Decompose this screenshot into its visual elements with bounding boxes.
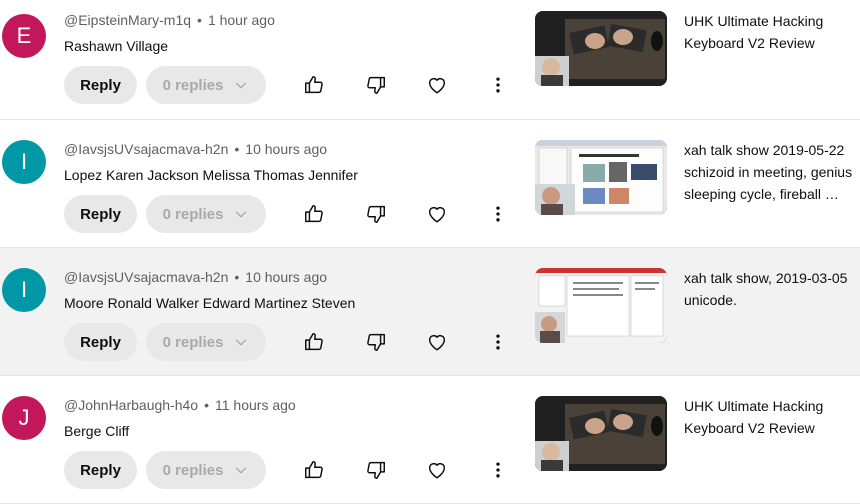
comment-meta: @IavsjsUVsajacmava-h2n • 10 hours ago — [64, 141, 327, 157]
thumb-down-icon[interactable] — [361, 199, 391, 229]
heart-icon[interactable] — [422, 455, 452, 485]
meta-separator: • — [234, 141, 240, 157]
more-vert-icon[interactable] — [483, 70, 513, 100]
comment-text: Rashawn Village — [64, 38, 169, 54]
replies-button[interactable]: 0 replies — [146, 195, 266, 233]
comment-text: Moore Ronald Walker Edward Martinez Stev… — [64, 295, 356, 311]
replies-label: 0 replies — [162, 461, 224, 479]
video-thumbnail[interactable] — [535, 268, 667, 343]
thumb-up-icon[interactable] — [299, 199, 329, 229]
replies-label: 0 replies — [162, 333, 224, 351]
thumb-down-icon[interactable] — [361, 70, 391, 100]
more-vert-icon[interactable] — [483, 455, 513, 485]
comment-row: E @EipsteinMary-m1q • 1 hour ago Rashawn Vil… — [0, 0, 860, 120]
more-vert-icon[interactable] — [483, 327, 513, 357]
avatar[interactable]: I — [2, 268, 46, 312]
thumb-up-icon[interactable] — [299, 455, 329, 485]
comment-time: 1 hour ago — [207, 12, 275, 28]
author-handle[interactable]: @EipsteinMary-m1q — [64, 12, 191, 28]
reply-button[interactable]: Reply — [64, 66, 137, 104]
chevron-down-icon — [233, 462, 249, 478]
meta-separator: • — [204, 397, 209, 413]
video-title[interactable]: xah talk show, 2019-03-05 unicode. — [684, 267, 859, 311]
comment-meta: @EipsteinMary-m1q • 1 hour ago — [64, 12, 275, 28]
video-title[interactable]: xah talk show 2019-05-22 schizoid in mee… — [684, 139, 859, 205]
video-title[interactable]: UHK Ultimate Hacking Keyboard V2 Review — [684, 395, 859, 439]
comment-meta: @JohnHarbaugh-h4o • 11 hours ago — [64, 397, 296, 413]
reply-button[interactable]: Reply — [64, 323, 137, 361]
thumb-up-icon[interactable] — [299, 70, 329, 100]
comment-list: E @EipsteinMary-m1q • 1 hour ago Rashawn Vil… — [0, 0, 860, 504]
author-handle[interactable]: @JohnHarbaugh-h4o — [64, 397, 198, 413]
more-vert-icon[interactable] — [483, 199, 513, 229]
heart-icon[interactable] — [422, 199, 452, 229]
comment-row: I @IavsjsUVsajacmava-h2n • 10 hours ago Moor… — [0, 248, 860, 376]
replies-label: 0 replies — [162, 205, 224, 223]
reply-button[interactable]: Reply — [64, 195, 137, 233]
comment-time: 10 hours ago — [245, 141, 328, 157]
video-title[interactable]: UHK Ultimate Hacking Keyboard V2 Review — [684, 10, 859, 54]
heart-icon[interactable] — [422, 70, 452, 100]
chevron-down-icon — [233, 206, 249, 222]
replies-button[interactable]: 0 replies — [146, 66, 266, 104]
author-handle[interactable]: @IavsjsUVsajacmava-h2n — [64, 141, 228, 157]
replies-button[interactable]: 0 replies — [146, 451, 266, 489]
reply-button[interactable]: Reply — [64, 451, 137, 489]
thumb-down-icon[interactable] — [361, 327, 391, 357]
comment-time: 10 hours ago — [245, 269, 328, 285]
thumb-up-icon[interactable] — [299, 327, 329, 357]
video-thumbnail[interactable] — [535, 396, 667, 471]
replies-label: 0 replies — [162, 76, 224, 94]
comment-text: Lopez Karen Jackson Melissa Thomas Jenni… — [64, 167, 358, 183]
chevron-down-icon — [233, 334, 249, 350]
video-thumbnail[interactable] — [535, 11, 667, 86]
video-thumbnail[interactable] — [535, 140, 667, 215]
chevron-down-icon — [233, 77, 249, 93]
avatar[interactable]: I — [2, 140, 46, 184]
avatar[interactable]: E — [2, 14, 46, 58]
author-handle[interactable]: @IavsjsUVsajacmava-h2n — [64, 269, 228, 285]
heart-icon[interactable] — [422, 327, 452, 357]
comment-row: J @JohnHarbaugh-h4o • 11 hours ago Berge Cli… — [0, 376, 860, 504]
thumb-down-icon[interactable] — [361, 455, 391, 485]
comment-meta: @IavsjsUVsajacmava-h2n • 10 hours ago — [64, 269, 327, 285]
comment-row: I @IavsjsUVsajacmava-h2n • 10 hours ago Lope… — [0, 120, 860, 248]
meta-separator: • — [197, 12, 202, 28]
comment-text: Berge Cliff — [64, 423, 130, 439]
meta-separator: • — [234, 269, 240, 285]
avatar[interactable]: J — [2, 396, 46, 440]
comment-time: 11 hours ago — [215, 397, 296, 413]
replies-button[interactable]: 0 replies — [146, 323, 266, 361]
